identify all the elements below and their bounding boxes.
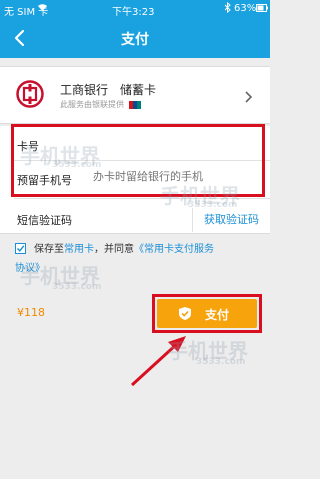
battery-percent: 63%: [234, 3, 257, 14]
nav-bar: 支付: [0, 18, 270, 58]
bluetooth-icon: [224, 1, 231, 16]
service-agreement-link[interactable]: 《常用卡支付服务: [134, 244, 214, 255]
pay-button[interactable]: 支付: [157, 299, 257, 328]
bank-card-selector[interactable]: 工商银行 储蓄卡 此服务由银联提供: [0, 66, 270, 124]
unionpay-icon: [128, 100, 141, 109]
sms-code-input[interactable]: [93, 212, 188, 225]
payment-amount: ¥118: [17, 306, 45, 319]
icbc-logo-icon: [16, 80, 44, 108]
shield-check-icon: [177, 306, 193, 321]
watermark: 3533.com: [196, 357, 246, 367]
watermark: 3533.com: [188, 200, 238, 210]
provider-note: 此服务由银联提供: [60, 99, 141, 110]
agreement-checkbox[interactable]: [15, 243, 26, 254]
chevron-right-icon: [244, 89, 254, 103]
status-time: 下午3:23: [112, 7, 155, 18]
sms-code-label: 短信验证码: [17, 214, 72, 227]
watermark: 3533.com: [52, 160, 102, 170]
get-code-button[interactable]: 获取验证码: [192, 208, 270, 232]
battery-icon: [256, 4, 268, 15]
wifi-icon: [37, 2, 48, 15]
watermark: 3533.com: [52, 282, 102, 292]
status-bar: 无 SIM 卡 下午3:23 63%: [0, 0, 270, 18]
frequent-card-link[interactable]: 常用卡: [64, 244, 94, 255]
page-title: 支付: [121, 32, 149, 48]
agreement-text: 保存至常用卡，并同意《常用卡支付服务: [34, 244, 214, 255]
pay-button-label: 支付: [205, 308, 230, 322]
bank-name: 工商银行 储蓄卡: [60, 83, 157, 97]
